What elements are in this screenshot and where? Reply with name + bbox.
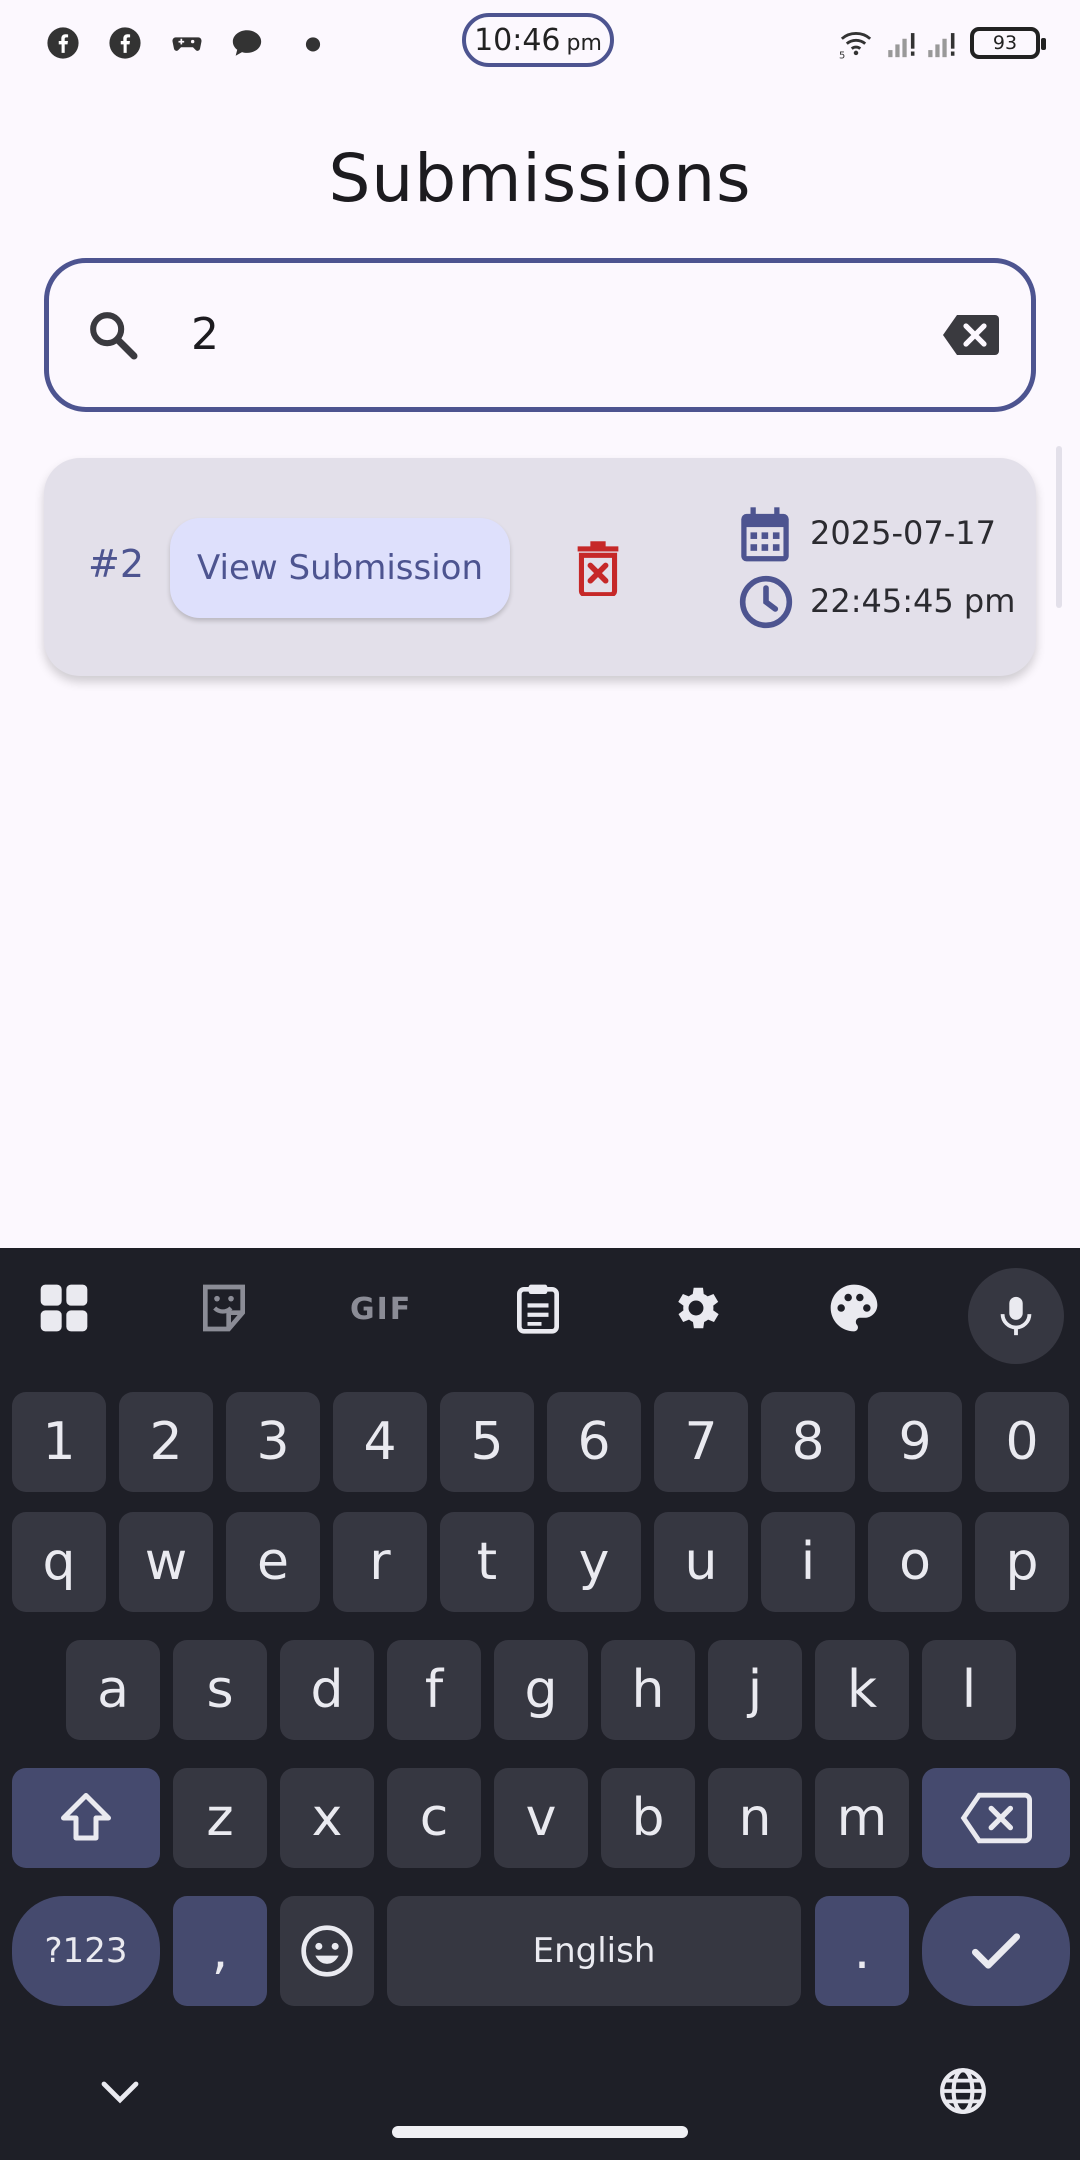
- game-controller-icon: [172, 37, 202, 51]
- globe-icon[interactable]: [938, 2066, 988, 2116]
- submission-card: #2 View Submission 2025-07-17 22:45:45 p…: [44, 458, 1036, 676]
- key-k[interactable]: k: [815, 1640, 909, 1740]
- battery-icon: 93: [970, 27, 1046, 59]
- submission-time: 22:45:45 pm: [810, 582, 1016, 620]
- checkmark-icon: [971, 1933, 1021, 1969]
- space-key[interactable]: English: [387, 1896, 801, 2006]
- clock-ampm: pm: [566, 30, 602, 56]
- key-u[interactable]: u: [654, 1512, 748, 1612]
- clear-search-icon[interactable]: [941, 313, 1001, 357]
- apps-grid-icon[interactable]: [36, 1280, 92, 1336]
- key-p[interactable]: p: [975, 1512, 1069, 1612]
- emoji-icon: [301, 1925, 353, 1977]
- key-9[interactable]: 9: [868, 1392, 962, 1492]
- key-z[interactable]: z: [173, 1768, 267, 1868]
- view-submission-button[interactable]: View Submission: [170, 518, 510, 618]
- key-3[interactable]: 3: [226, 1392, 320, 1492]
- key-f[interactable]: f: [387, 1640, 481, 1740]
- page-title: Submissions: [328, 140, 752, 217]
- emoji-key[interactable]: [280, 1896, 374, 2006]
- key-l[interactable]: l: [922, 1640, 1016, 1740]
- voice-input-button[interactable]: [968, 1268, 1064, 1364]
- backspace-key[interactable]: [922, 1768, 1070, 1868]
- search-icon: [90, 312, 138, 360]
- signal-icon-2: [928, 33, 955, 58]
- palette-icon[interactable]: [826, 1280, 882, 1336]
- shift-key[interactable]: [12, 1768, 160, 1868]
- clock-time: 10:46: [474, 22, 561, 58]
- key-a[interactable]: a: [66, 1640, 160, 1740]
- key-s[interactable]: s: [173, 1640, 267, 1740]
- home-indicator[interactable]: [392, 2126, 688, 2138]
- key-n[interactable]: n: [708, 1768, 802, 1868]
- comma-key[interactable]: ,: [173, 1896, 267, 2006]
- key-o[interactable]: o: [868, 1512, 962, 1612]
- key-y[interactable]: y: [547, 1512, 641, 1612]
- key-0[interactable]: 0: [975, 1392, 1069, 1492]
- key-7[interactable]: 7: [654, 1392, 748, 1492]
- chat-bubble-icon: [232, 30, 262, 56]
- delete-icon[interactable]: [572, 540, 624, 596]
- key-5[interactable]: 5: [440, 1392, 534, 1492]
- symbols-key[interactable]: ?123: [12, 1896, 160, 2006]
- key-r[interactable]: r: [333, 1512, 427, 1612]
- search-input[interactable]: 2: [44, 258, 1036, 412]
- dot-icon: [305, 37, 321, 52]
- key-d[interactable]: d: [280, 1640, 374, 1740]
- key-t[interactable]: t: [440, 1512, 534, 1612]
- gif-button[interactable]: GIF: [350, 1292, 412, 1327]
- key-e[interactable]: e: [226, 1512, 320, 1612]
- scrollbar[interactable]: [1056, 446, 1062, 608]
- key-8[interactable]: 8: [761, 1392, 855, 1492]
- sticker-icon[interactable]: [196, 1280, 252, 1336]
- key-4[interactable]: 4: [333, 1392, 427, 1492]
- key-6[interactable]: 6: [547, 1392, 641, 1492]
- key-j[interactable]: j: [708, 1640, 802, 1740]
- wifi-icon: 5: [839, 32, 872, 60]
- keyboard: GIF 1 2 3 4 5 6 7 8 9 0 q w e r t y u i …: [0, 1248, 1080, 2160]
- key-b[interactable]: b: [601, 1768, 695, 1868]
- period-key[interactable]: .: [815, 1896, 909, 2006]
- key-v[interactable]: v: [494, 1768, 588, 1868]
- microphone-icon: [1000, 1296, 1032, 1336]
- network-type-label: 5: [839, 51, 845, 60]
- key-g[interactable]: g: [494, 1640, 588, 1740]
- backspace-icon: [960, 1792, 1032, 1844]
- key-1[interactable]: 1: [12, 1392, 106, 1492]
- key-h[interactable]: h: [601, 1640, 695, 1740]
- hide-keyboard-icon[interactable]: [100, 2080, 140, 2104]
- key-q[interactable]: q: [12, 1512, 106, 1612]
- submission-date: 2025-07-17: [810, 514, 996, 552]
- key-w[interactable]: w: [119, 1512, 213, 1612]
- enter-key[interactable]: [922, 1896, 1070, 2006]
- facebook-icon: [47, 27, 79, 59]
- key-i[interactable]: i: [761, 1512, 855, 1612]
- search-value[interactable]: 2: [191, 309, 219, 360]
- status-bar: 10:46 pm 5 93: [0, 0, 1080, 86]
- clipboard-icon[interactable]: [510, 1280, 566, 1336]
- settings-gear-icon[interactable]: [668, 1280, 724, 1336]
- status-clock: 10:46 pm: [462, 13, 614, 67]
- calendar-icon: [741, 507, 789, 562]
- key-m[interactable]: m: [815, 1768, 909, 1868]
- clock-icon: [739, 575, 793, 629]
- key-2[interactable]: 2: [119, 1392, 213, 1492]
- signal-icon: [888, 33, 915, 58]
- submission-id: #2: [88, 542, 145, 586]
- shift-icon: [61, 1793, 111, 1841]
- key-x[interactable]: x: [280, 1768, 374, 1868]
- key-c[interactable]: c: [387, 1768, 481, 1868]
- facebook-icon: [109, 27, 141, 59]
